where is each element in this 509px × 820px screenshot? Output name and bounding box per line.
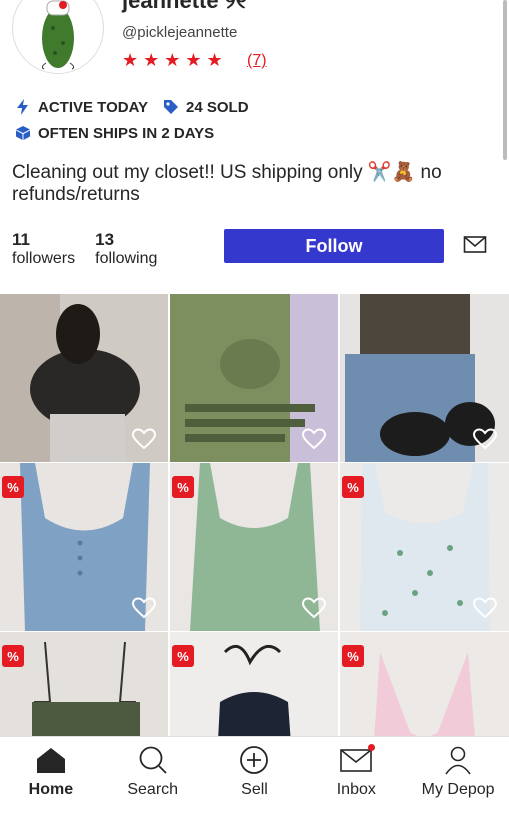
user-icon <box>441 745 475 775</box>
unread-dot <box>368 744 376 751</box>
product-tile[interactable]: % <box>170 463 338 631</box>
heart-icon[interactable] <box>132 597 156 619</box>
heart-icon[interactable] <box>473 428 497 450</box>
tab-inbox-label: Inbox <box>336 781 376 798</box>
shipping-speed-badge: OFTEN SHIPS IN 2 DAYS <box>38 124 215 142</box>
heart-icon[interactable] <box>302 428 326 450</box>
product-tile[interactable]: % <box>340 463 509 631</box>
profile-header: jeannette ୨୧ @picklejeannette ★★★★★ (7) <box>0 0 509 90</box>
following-stat[interactable]: 13 following <box>95 230 157 268</box>
tab-home-label: Home <box>28 781 74 798</box>
plus-circle-icon <box>237 745 271 775</box>
product-tile[interactable] <box>0 294 168 462</box>
product-tile[interactable] <box>340 294 509 462</box>
product-tile[interactable] <box>170 294 338 462</box>
sold-count-badge: 24 SOLD <box>186 98 249 116</box>
tab-my-depop-label: My Depop <box>421 781 495 798</box>
heart-icon[interactable] <box>473 597 497 619</box>
following-label: following <box>95 250 158 267</box>
heart-icon[interactable] <box>302 597 326 619</box>
sale-badge: % <box>172 645 194 667</box>
tab-my-depop[interactable]: My Depop <box>407 737 509 820</box>
sale-badge: % <box>172 476 194 498</box>
home-icon <box>34 745 68 775</box>
tab-search[interactable]: Search <box>102 737 204 820</box>
envelope-icon <box>339 744 376 775</box>
seller-badges: ACTIVE TODAY 24 SOLD OFTEN SHIPS IN 2 DA… <box>14 94 249 146</box>
followers-stat[interactable]: 11 followers <box>12 230 75 268</box>
tag-icon <box>162 99 180 115</box>
scrollbar[interactable] <box>503 0 507 160</box>
tab-inbox[interactable]: Inbox <box>305 737 407 820</box>
product-tile[interactable]: % <box>340 632 509 736</box>
avatar[interactable] <box>12 0 104 74</box>
search-icon <box>136 745 170 775</box>
following-count: 13 <box>95 230 115 249</box>
tab-sell[interactable]: Sell <box>204 737 306 820</box>
product-tile[interactable]: % <box>0 632 168 736</box>
active-today-badge: ACTIVE TODAY <box>38 98 149 116</box>
product-tile[interactable]: % <box>170 632 338 736</box>
review-count-link[interactable]: (7) <box>247 52 267 70</box>
username: @picklejeannette <box>122 24 238 41</box>
lightning-icon <box>14 99 32 115</box>
follow-button[interactable]: Follow <box>224 229 444 263</box>
followers-label: followers <box>12 250 76 267</box>
sale-badge: % <box>342 645 364 667</box>
follow-stats: 11 followers 13 following <box>12 230 177 268</box>
followers-count: 11 <box>12 230 30 249</box>
message-icon[interactable] <box>463 235 489 255</box>
tab-search-label: Search <box>127 781 179 798</box>
bottom-tab-bar: Home Search Sell Inbox My Depop <box>0 736 509 820</box>
heart-icon[interactable] <box>132 428 156 450</box>
display-name: jeannette ୨୧ <box>122 0 248 13</box>
sale-badge: % <box>2 645 24 667</box>
tab-sell-label: Sell <box>241 781 268 798</box>
box-icon <box>14 125 32 141</box>
sale-badge: % <box>342 476 364 498</box>
product-grid: % % % % % % <box>0 294 509 736</box>
tab-home[interactable]: Home <box>0 737 102 820</box>
sale-badge: % <box>2 476 24 498</box>
profile-bio: Cleaning out my closet!! US shipping onl… <box>12 162 442 205</box>
product-tile[interactable]: % <box>0 463 168 631</box>
rating-stars[interactable]: ★★★★★ <box>122 50 228 71</box>
